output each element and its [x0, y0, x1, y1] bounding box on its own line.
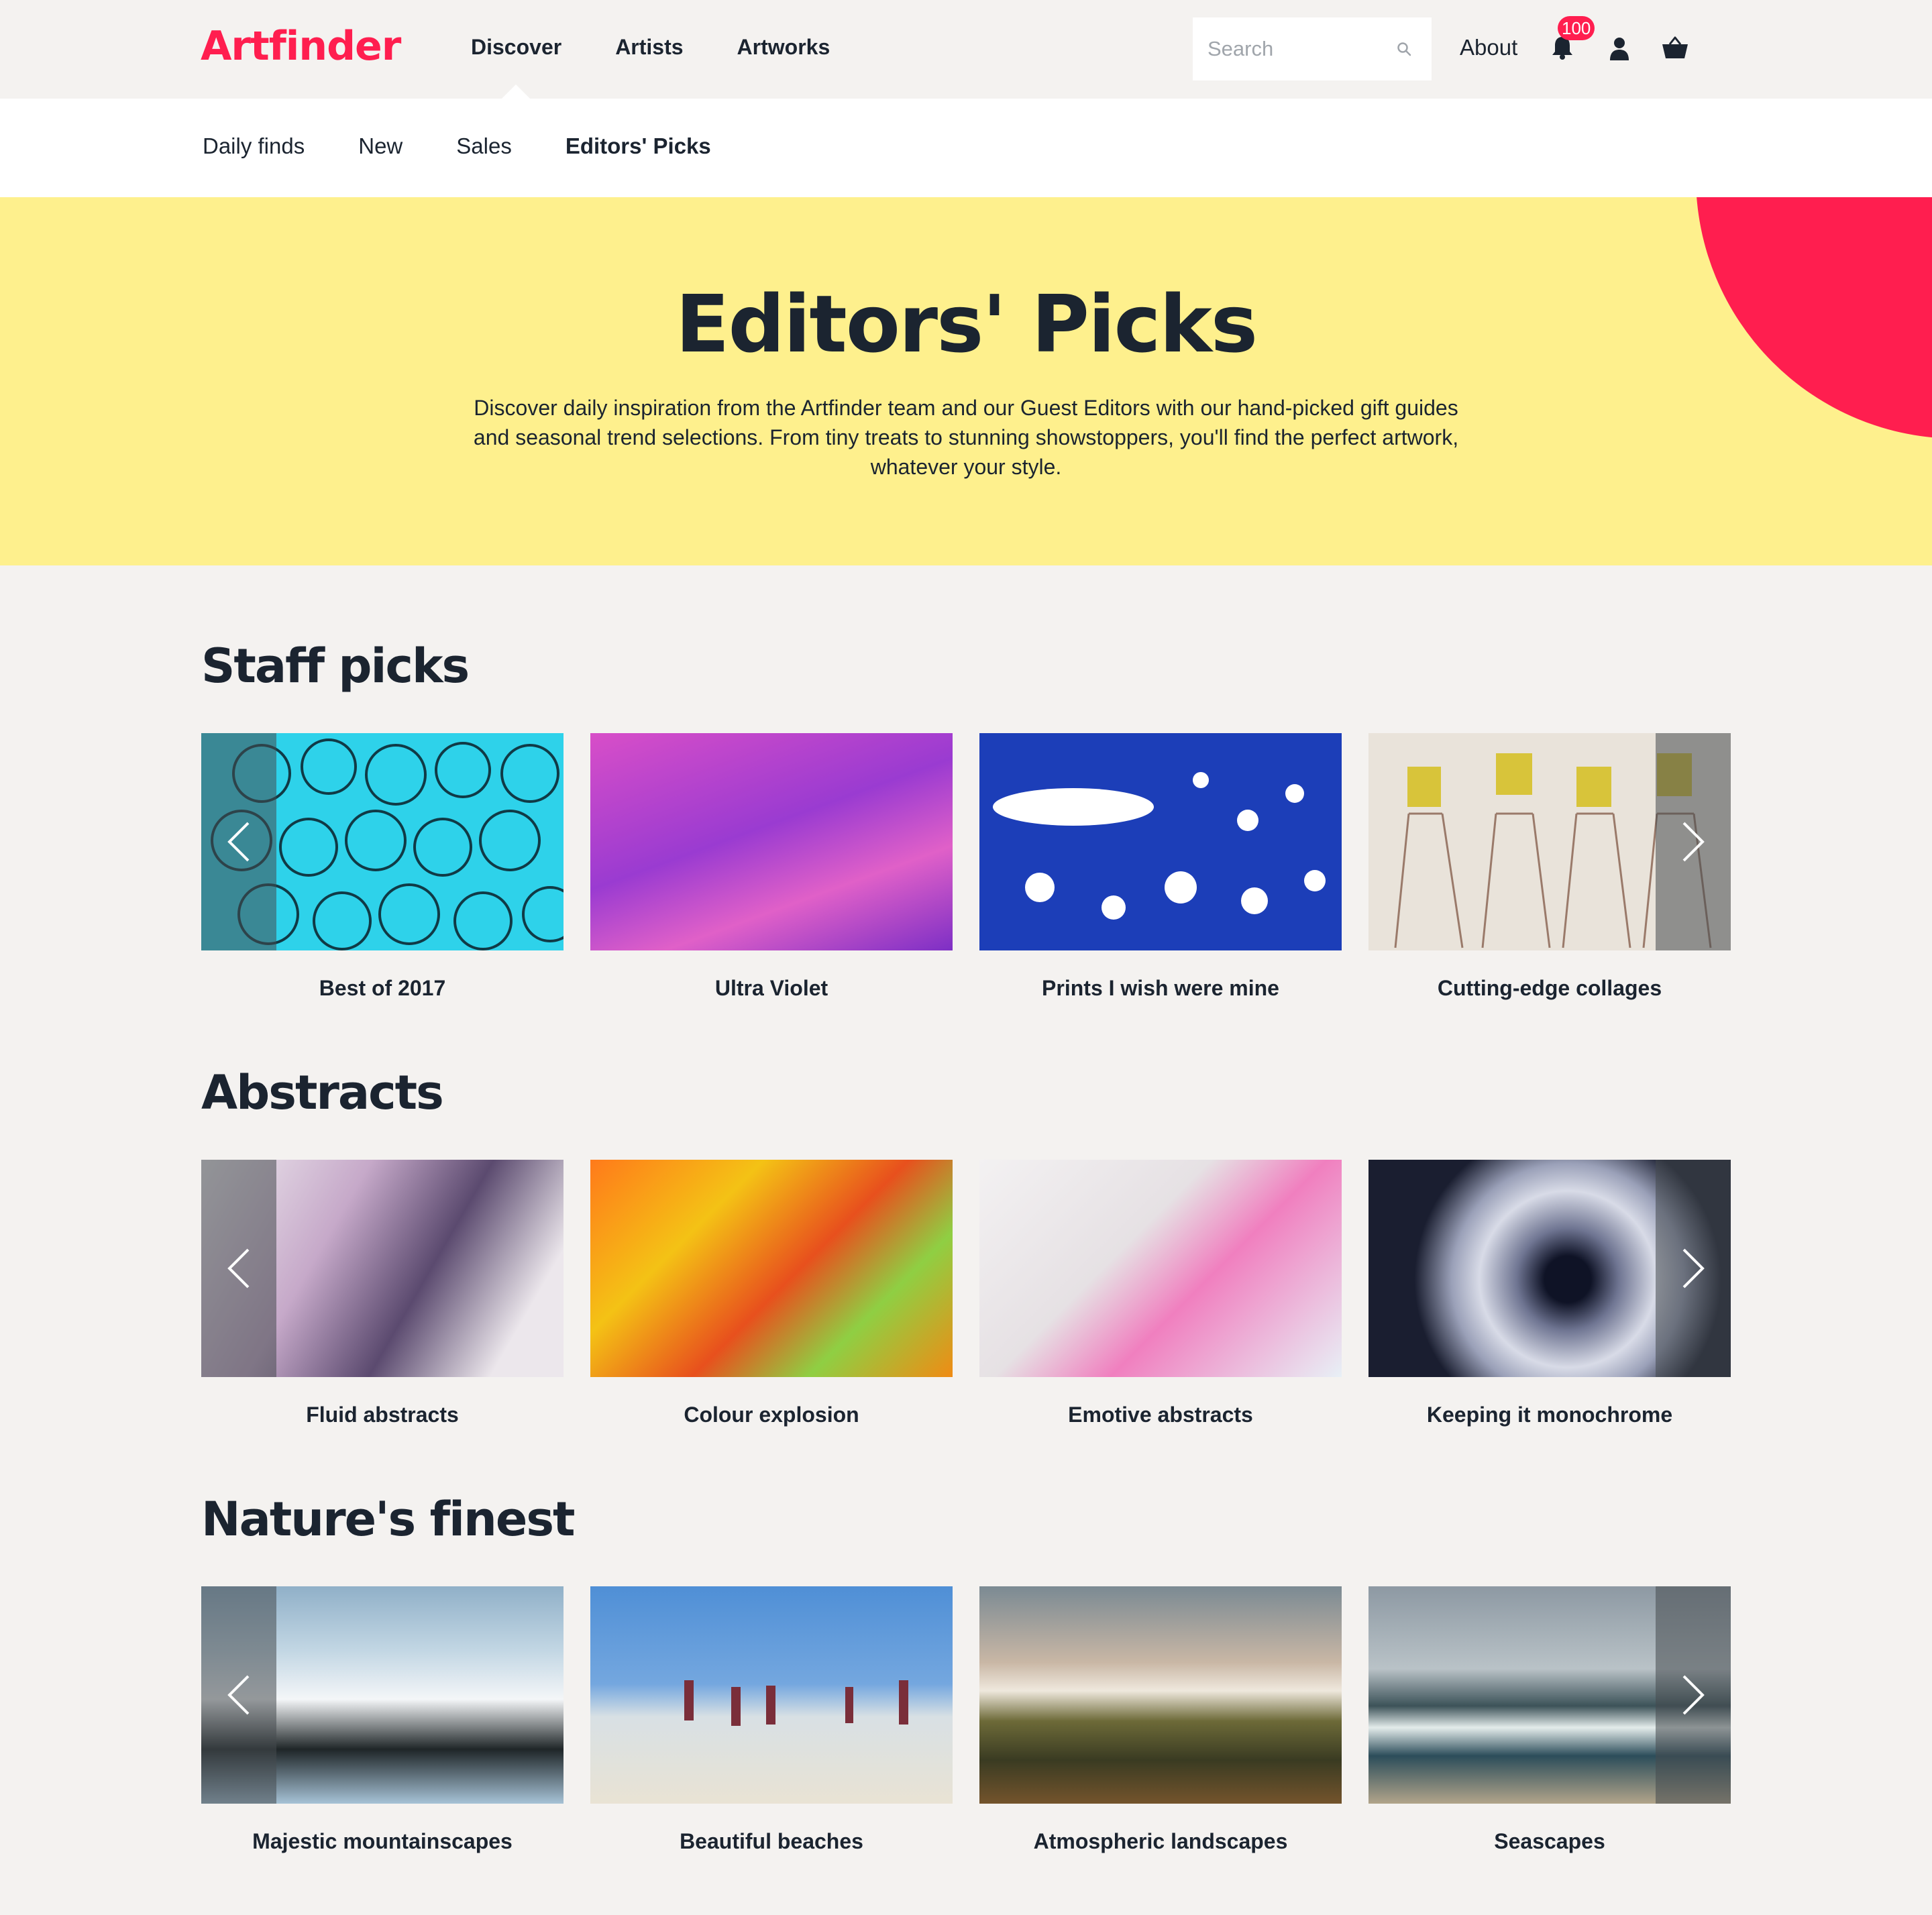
card-title[interactable]: Seascapes	[1368, 1829, 1731, 1854]
carousel-prev-button[interactable]	[201, 1586, 276, 1804]
artwork-image[interactable]	[1368, 1160, 1731, 1377]
search-icon[interactable]	[1397, 42, 1411, 56]
collection-card[interactable]: Cutting-edge collages	[1368, 733, 1731, 1001]
section-title: Staff picks	[201, 639, 470, 694]
card-title[interactable]: Fluid abstracts	[201, 1403, 564, 1427]
section-title: Nature's finest	[201, 1492, 575, 1547]
artwork-image[interactable]	[201, 1160, 564, 1377]
chevron-left-icon	[227, 1248, 250, 1289]
nav-discover[interactable]: Discover	[471, 35, 561, 60]
print-pattern	[993, 772, 1326, 920]
artwork-image[interactable]	[979, 1160, 1342, 1377]
card-title[interactable]: Ultra Violet	[590, 976, 953, 1001]
notification-badge: 100	[1558, 16, 1595, 40]
collection-card[interactable]: Majestic mountainscapes	[201, 1586, 564, 1854]
section-natures-finest: Nature's finest Majestic mountainscapes	[201, 1486, 1732, 1854]
collection-card[interactable]: Atmospheric landscapes	[979, 1586, 1342, 1854]
beach-figures	[684, 1680, 908, 1726]
carousel-next-button[interactable]	[1656, 1160, 1731, 1377]
collection-card[interactable]: Ultra Violet	[590, 733, 953, 1001]
chevron-left-icon	[227, 822, 250, 862]
collection-card[interactable]: Fluid abstracts	[201, 1160, 564, 1427]
card-carousel: Best of 2017 Ultra Violet Prints I wish …	[201, 733, 1732, 1001]
search-box	[1193, 17, 1432, 80]
card-title[interactable]: Best of 2017	[201, 976, 564, 1001]
collection-card[interactable]: Prints I wish were mine	[979, 733, 1342, 1001]
carousel-next-button[interactable]	[1656, 733, 1731, 950]
artwork-image[interactable]	[590, 1586, 953, 1804]
collection-card[interactable]: Beautiful beaches	[590, 1586, 953, 1854]
user-icon[interactable]	[1609, 36, 1630, 60]
subnav-editors-picks[interactable]: Editors' Picks	[566, 133, 711, 159]
artwork-image[interactable]	[979, 1586, 1342, 1804]
section-title: Abstracts	[201, 1065, 444, 1120]
carousel-next-button[interactable]	[1656, 1586, 1731, 1804]
card-title[interactable]: Atmospheric landscapes	[979, 1829, 1342, 1854]
carousel-prev-button[interactable]	[201, 733, 276, 950]
artwork-image[interactable]	[201, 1586, 564, 1804]
artwork-image[interactable]	[590, 1160, 953, 1377]
card-carousel: Majestic mountainscapes Beautiful beache…	[201, 1586, 1732, 1854]
hero-banner: Editors' Picks Discover daily inspiratio…	[0, 197, 1932, 565]
section-abstracts: Abstracts Fluid abstracts Colour explosi…	[201, 1059, 1732, 1427]
card-title[interactable]: Majestic mountainscapes	[201, 1829, 564, 1854]
artwork-image[interactable]	[590, 733, 953, 950]
card-title[interactable]: Cutting-edge collages	[1368, 976, 1731, 1001]
top-navigation-bar: Artfinder Discover Artists Artworks Abou…	[0, 0, 1932, 99]
about-link[interactable]: About	[1460, 35, 1517, 60]
chevron-right-icon	[1682, 822, 1705, 862]
card-title[interactable]: Emotive abstracts	[979, 1403, 1342, 1427]
collection-card[interactable]: Keeping it monochrome	[1368, 1160, 1731, 1427]
artwork-image[interactable]	[201, 733, 564, 950]
chevron-right-icon	[1682, 1248, 1705, 1289]
nav-artworks[interactable]: Artworks	[737, 35, 830, 60]
artfinder-logo[interactable]: Artfinder	[201, 23, 401, 70]
chevron-left-icon	[227, 1675, 250, 1715]
basket-icon[interactable]	[1662, 36, 1688, 59]
collection-card[interactable]: Seascapes	[1368, 1586, 1731, 1854]
nav-artists[interactable]: Artists	[615, 35, 683, 60]
collection-card[interactable]: Emotive abstracts	[979, 1160, 1342, 1427]
card-title[interactable]: Colour explosion	[590, 1403, 953, 1427]
main-nav: Discover Artists Artworks	[471, 35, 883, 60]
card-title[interactable]: Prints I wish were mine	[979, 976, 1342, 1001]
collection-card[interactable]: Colour explosion	[590, 1160, 953, 1427]
subnav-daily-finds[interactable]: Daily finds	[203, 133, 305, 159]
subnav-new[interactable]: New	[358, 133, 402, 159]
hero-description: Discover daily inspiration from the Artf…	[473, 396, 1459, 479]
artwork-image[interactable]	[1368, 733, 1731, 950]
section-staff-picks: Staff picks Best of 2017 Ultra Violet Pr…	[201, 633, 1732, 1001]
chevron-right-icon	[1682, 1675, 1705, 1715]
page-title: Editors' Picks	[675, 278, 1258, 370]
card-title[interactable]: Beautiful beaches	[590, 1829, 953, 1854]
card-carousel: Fluid abstracts Colour explosion Emotive…	[201, 1160, 1732, 1427]
sub-navigation-bar: Daily finds New Sales Editors' Picks	[0, 99, 1932, 197]
active-nav-pointer	[502, 85, 530, 99]
subnav-sales[interactable]: Sales	[456, 133, 512, 159]
collection-card[interactable]: Best of 2017	[201, 733, 564, 1001]
artwork-image[interactable]	[979, 733, 1342, 950]
card-title[interactable]: Keeping it monochrome	[1368, 1403, 1731, 1427]
search-input[interactable]	[1208, 37, 1389, 61]
carousel-prev-button[interactable]	[201, 1160, 276, 1377]
artwork-image[interactable]	[1368, 1586, 1731, 1804]
